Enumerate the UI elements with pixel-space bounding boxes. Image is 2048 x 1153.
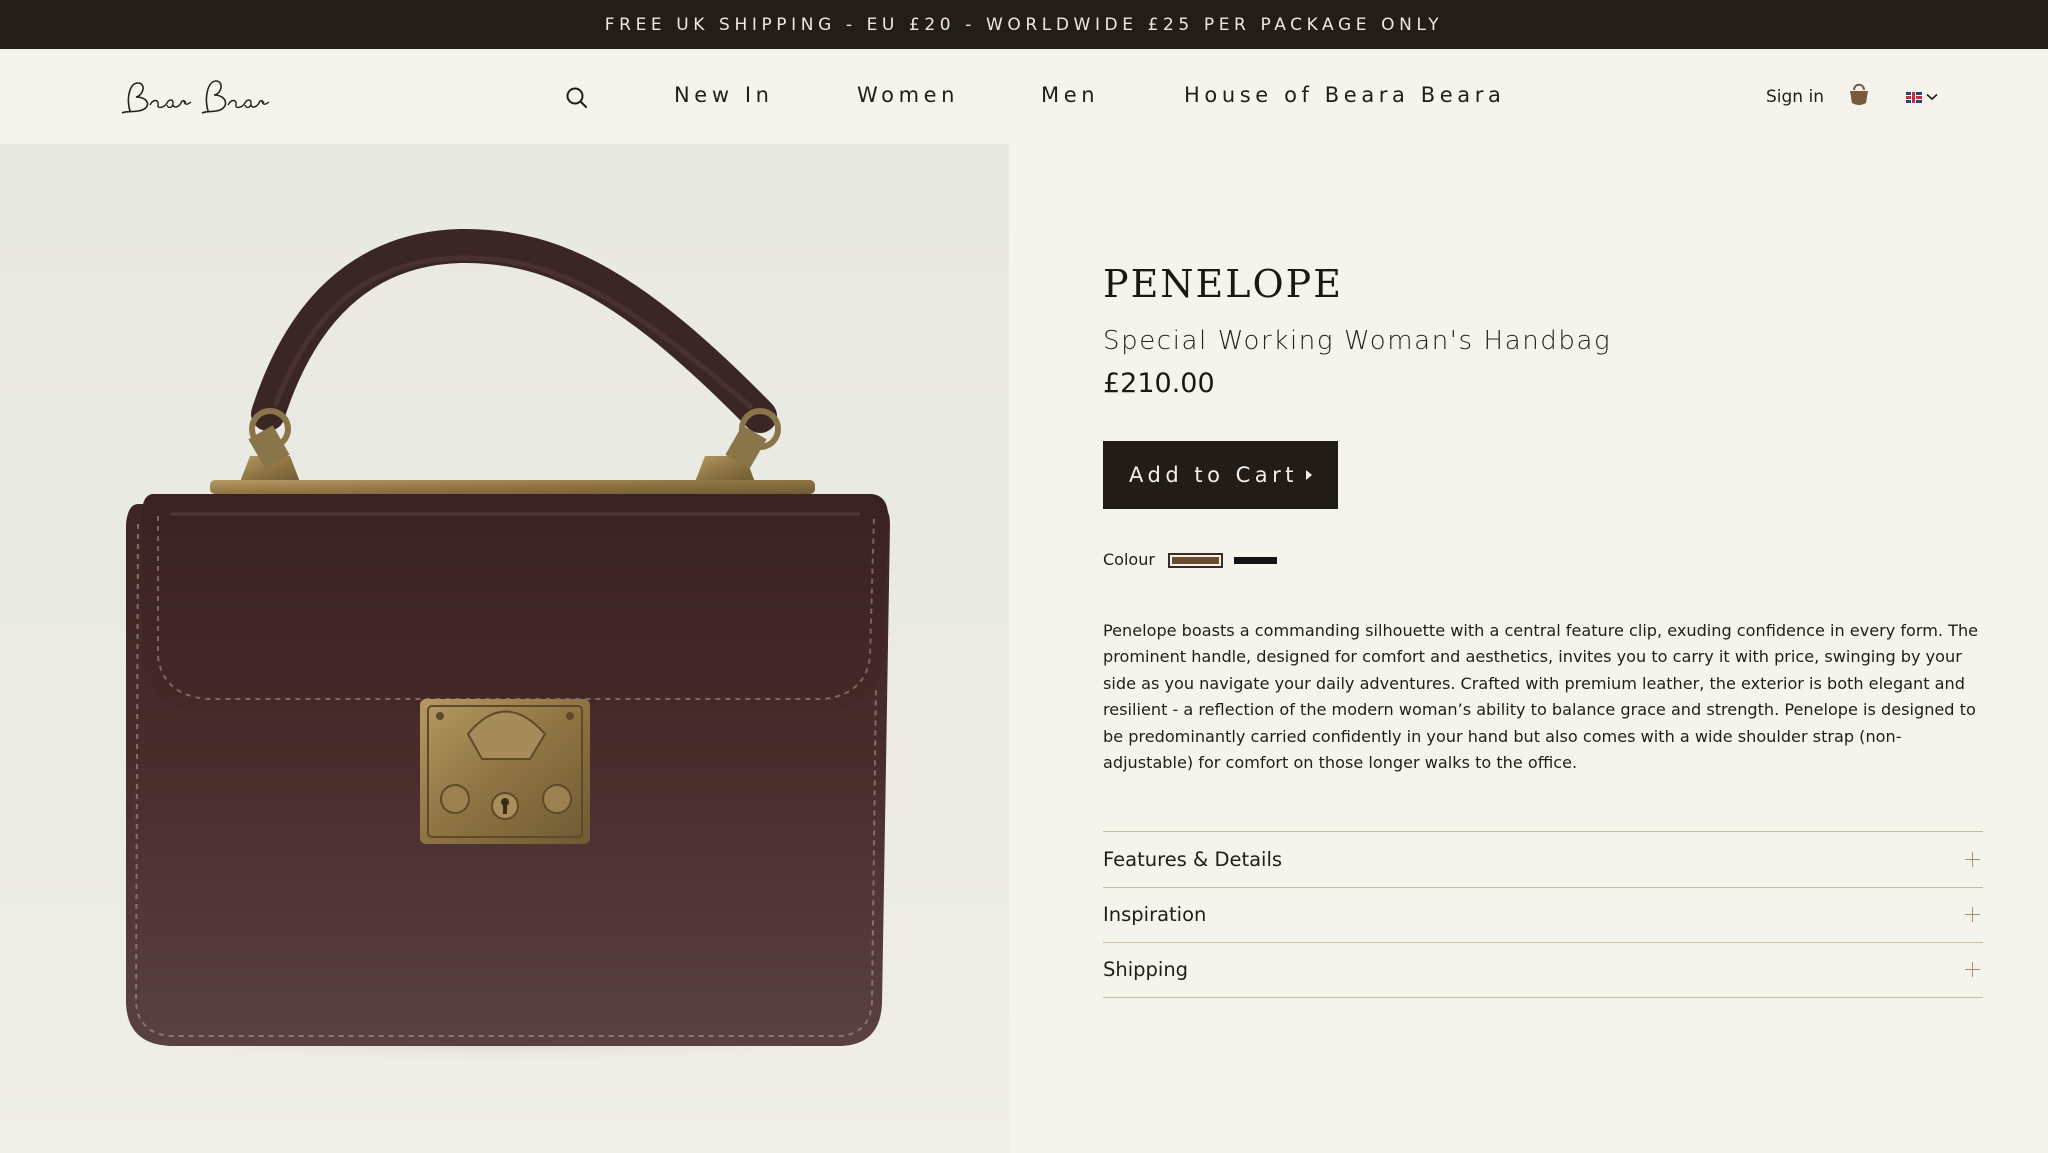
- bag-icon[interactable]: [1848, 81, 1870, 107]
- locale-selector[interactable]: [1906, 89, 1938, 105]
- nav-house-of-beara-beara[interactable]: House of Beara Beara: [1184, 83, 1505, 107]
- accordion-shipping[interactable]: Shipping: [1103, 942, 1983, 998]
- handbag-illustration: [75, 228, 915, 1064]
- accordion-label: Shipping: [1103, 958, 1189, 982]
- search-icon[interactable]: [564, 85, 590, 111]
- logo[interactable]: [116, 67, 284, 127]
- product-title: PENELOPE: [1103, 262, 1343, 306]
- product-price: £210.00: [1103, 368, 1215, 399]
- add-to-cart-button[interactable]: Add to Cart: [1103, 441, 1338, 509]
- colour-label: Colour: [1103, 550, 1155, 569]
- sign-in-link[interactable]: Sign in: [1766, 87, 1824, 107]
- nav-men[interactable]: Men: [1041, 83, 1099, 107]
- caret-right-icon: [1306, 470, 1312, 480]
- product-description: Penelope boasts a commanding silhouette …: [1103, 621, 1979, 773]
- plus-icon: [1965, 851, 1980, 867]
- colour-swatch-brown[interactable]: [1168, 553, 1223, 568]
- add-to-cart-label: Add to Cart: [1129, 463, 1298, 487]
- chevron-down-icon: [1926, 93, 1938, 101]
- colour-swatch-black[interactable]: [1234, 557, 1277, 564]
- product-image[interactable]: [0, 144, 1009, 1153]
- product-accordion: Features & Details Inspiration Shipping: [1103, 831, 1983, 998]
- accordion-label: Features & Details: [1103, 847, 1283, 871]
- announcement-bar: FREE UK SHIPPING - EU £20 - WORLDWIDE £2…: [0, 0, 2048, 49]
- site-header: New In Women Men House of Beara Beara Si…: [0, 49, 2048, 144]
- nav-women[interactable]: Women: [857, 83, 959, 107]
- product-subtitle: Special Working Woman's Handbag: [1103, 326, 1612, 356]
- accordion-inspiration[interactable]: Inspiration: [1103, 886, 1983, 943]
- plus-icon: [1965, 907, 1980, 923]
- accordion-features-details[interactable]: Features & Details: [1103, 831, 1983, 887]
- swatch-brown-fill: [1172, 557, 1219, 564]
- accordion-label: Inspiration: [1103, 903, 1207, 927]
- uk-flag-icon: [1906, 91, 1922, 103]
- nav-new-in[interactable]: New In: [674, 83, 774, 107]
- plus-icon: [1965, 962, 1980, 978]
